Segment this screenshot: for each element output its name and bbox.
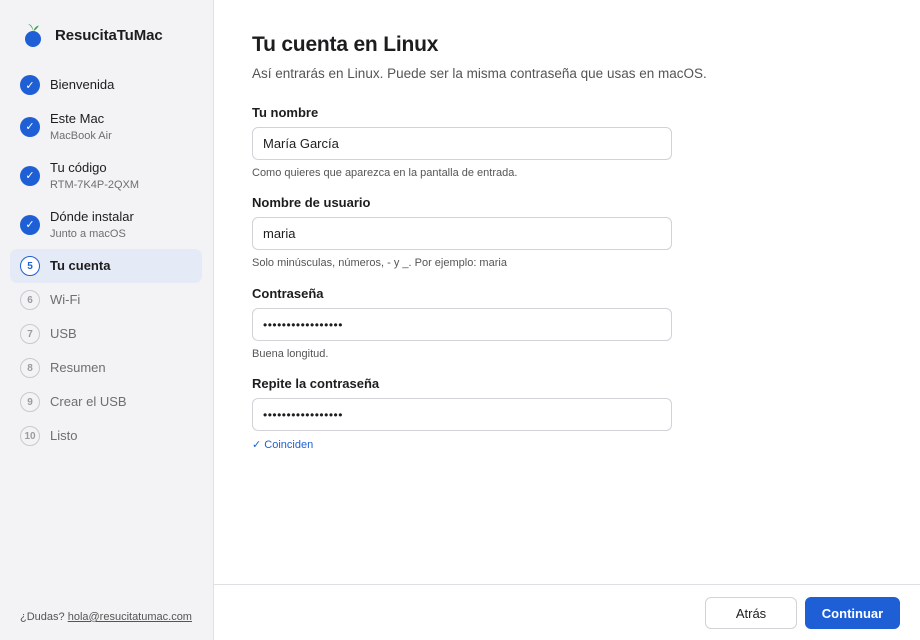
step-bienvenida[interactable]: ✓ Bienvenida xyxy=(10,68,202,102)
step-label: Bienvenida xyxy=(50,77,115,92)
main-panel: Tu cuenta en Linux Así entrarás en Linux… xyxy=(214,0,920,640)
username-field-group: Nombre de usuario Solo minúsculas, númer… xyxy=(252,195,672,269)
apple-logo-icon xyxy=(25,24,41,47)
step-detail: RTM-7K4P-2QXM xyxy=(50,178,140,191)
step-tu-cuenta[interactable]: 5 Tu cuenta xyxy=(10,249,202,283)
step-wifi: 6 Wi-Fi xyxy=(10,283,202,317)
step-resumen: 8 Resumen xyxy=(10,351,202,385)
password-repeat-label: Repite la contraseña xyxy=(252,376,380,391)
step-label: Crear el USB xyxy=(50,394,127,409)
help-prefix: ¿Dudas? xyxy=(20,611,65,623)
app-name: ResucitaTuMac xyxy=(55,26,163,44)
help-email-link[interactable]: hola@resucitatumac.com xyxy=(68,611,192,623)
step-number: 9 xyxy=(20,392,40,412)
step-label: Este Mac xyxy=(50,110,105,126)
name-label: Tu nombre xyxy=(252,105,319,120)
name-field-group: Tu nombre Como quieres que aparezca en l… xyxy=(252,105,672,179)
footer-bar: Atrás Continuar xyxy=(214,584,920,640)
password-field-group: Contraseña Buena longitud. xyxy=(252,286,672,360)
check-icon: ✓ xyxy=(20,116,40,137)
step-label: Listo xyxy=(50,428,78,443)
username-label: Nombre de usuario xyxy=(252,195,371,210)
name-input[interactable] xyxy=(252,127,672,160)
step-este-mac[interactable]: ✓ Este Mac MacBook Air xyxy=(10,102,202,151)
step-detail: MacBook Air xyxy=(50,129,112,142)
step-label: USB xyxy=(50,326,77,341)
password-hint: Buena longitud. xyxy=(252,348,329,360)
step-number: 7 xyxy=(20,324,40,344)
check-icon: ✓ xyxy=(20,165,40,186)
help-text: ¿Dudas? hola@resucitatumac.com xyxy=(20,611,192,623)
steps-list: ✓ Bienvenida ✓ Este Mac MacBook Air ✓ Tu… xyxy=(10,68,202,453)
brand: ResucitaTuMac xyxy=(22,22,163,48)
step-listo: 10 Listo xyxy=(10,419,202,453)
step-crear-usb: 9 Crear el USB xyxy=(10,385,202,419)
step-label: Resumen xyxy=(50,360,106,375)
step-label: Tu cuenta xyxy=(50,258,111,273)
password-repeat-field-group: Repite la contraseña ✓ Coinciden xyxy=(252,376,672,451)
step-number: 8 xyxy=(20,358,40,378)
step-usb: 7 USB xyxy=(10,317,202,351)
check-icon: ✓ xyxy=(20,75,40,95)
step-donde-instalar[interactable]: ✓ Dónde instalar Junto a macOS xyxy=(10,200,202,249)
username-input[interactable] xyxy=(252,217,672,250)
check-icon: ✓ xyxy=(20,214,40,235)
page-title: Tu cuenta en Linux xyxy=(252,33,439,56)
step-number: 10 xyxy=(20,426,40,446)
name-hint: Como quieres que aparezca en la pantalla… xyxy=(252,167,518,179)
username-hint: Solo minúsculas, números, - y _. Por eje… xyxy=(252,257,507,269)
back-button[interactable]: Atrás xyxy=(705,597,797,629)
step-detail: Junto a macOS xyxy=(50,227,126,240)
password-input[interactable] xyxy=(252,308,672,341)
page-subtitle: Así entrarás en Linux. Puede ser la mism… xyxy=(252,66,707,81)
step-number: 6 xyxy=(20,290,40,310)
sidebar: ResucitaTuMac ✓ Bienvenida ✓ Este Mac Ma… xyxy=(0,0,214,640)
continue-button[interactable]: Continuar xyxy=(805,597,900,629)
step-label: Wi-Fi xyxy=(50,292,81,307)
password-match-status: ✓ Coinciden xyxy=(252,439,314,451)
step-tu-codigo[interactable]: ✓ Tu código RTM-7K4P-2QXM xyxy=(10,151,202,200)
step-label: Tu código xyxy=(50,159,107,175)
password-repeat-input[interactable] xyxy=(252,398,672,431)
step-label: Dónde instalar xyxy=(50,208,134,224)
step-number: 5 xyxy=(20,256,40,276)
password-label: Contraseña xyxy=(252,286,324,301)
